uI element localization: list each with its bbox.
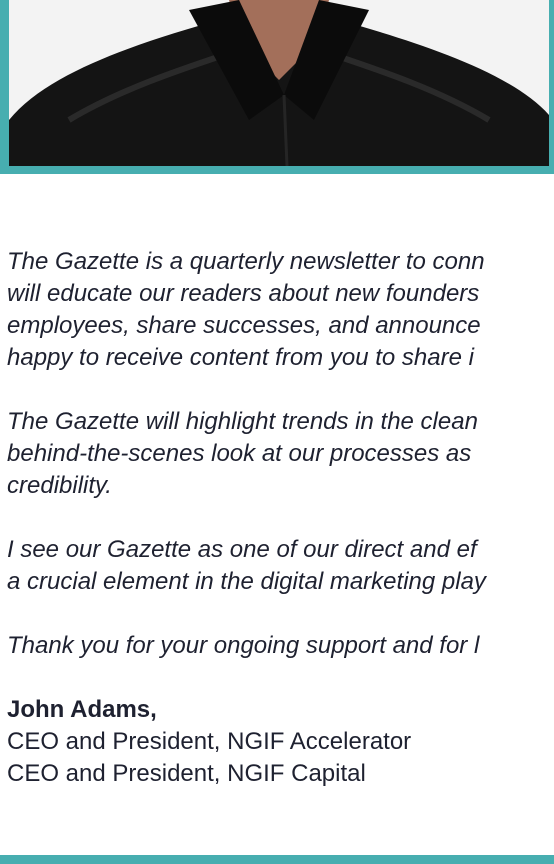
- signature-title: CEO and President, NGIF Accelerator: [7, 728, 412, 755]
- signature-block: John Adams, CEO and President, NGIF Acce…: [7, 694, 554, 790]
- bottom-accent-bar: [0, 855, 554, 864]
- portrait-photo: [9, 0, 549, 166]
- paragraph-line: Thank you for your ongoing support and f…: [7, 632, 480, 659]
- paragraph-line: will educate our readers about new found…: [7, 280, 480, 307]
- paragraph-line: a crucial element in the digital marketi…: [7, 568, 486, 595]
- paragraph-line: I see our Gazette as one of our direct a…: [7, 536, 477, 563]
- paragraph-marketing: I see our Gazette as one of our direct a…: [7, 534, 554, 598]
- paragraph-thanks: Thank you for your ongoing support and f…: [7, 630, 554, 662]
- paragraph-line: The Gazette will highlight trends in the…: [7, 408, 478, 435]
- paragraph-line: employees, share successes, and announce: [7, 312, 481, 339]
- signature-title: CEO and President, NGIF Capital: [7, 760, 366, 787]
- paragraph-intro: The Gazette is a quarterly newsletter to…: [7, 246, 554, 374]
- photo-frame: [0, 0, 554, 174]
- portrait-illustration: [9, 0, 549, 166]
- paragraph-line: credibility.: [7, 472, 112, 499]
- paragraph-trends: The Gazette will highlight trends in the…: [7, 406, 554, 502]
- paragraph-line: happy to receive content from you to sha…: [7, 344, 474, 371]
- paragraph-line: behind-the-scenes look at our processes …: [7, 440, 472, 467]
- signature-name: John Adams,: [7, 696, 157, 723]
- paragraph-line: The Gazette is a quarterly newsletter to…: [7, 248, 485, 275]
- letter-content: The Gazette is a quarterly newsletter to…: [7, 246, 554, 790]
